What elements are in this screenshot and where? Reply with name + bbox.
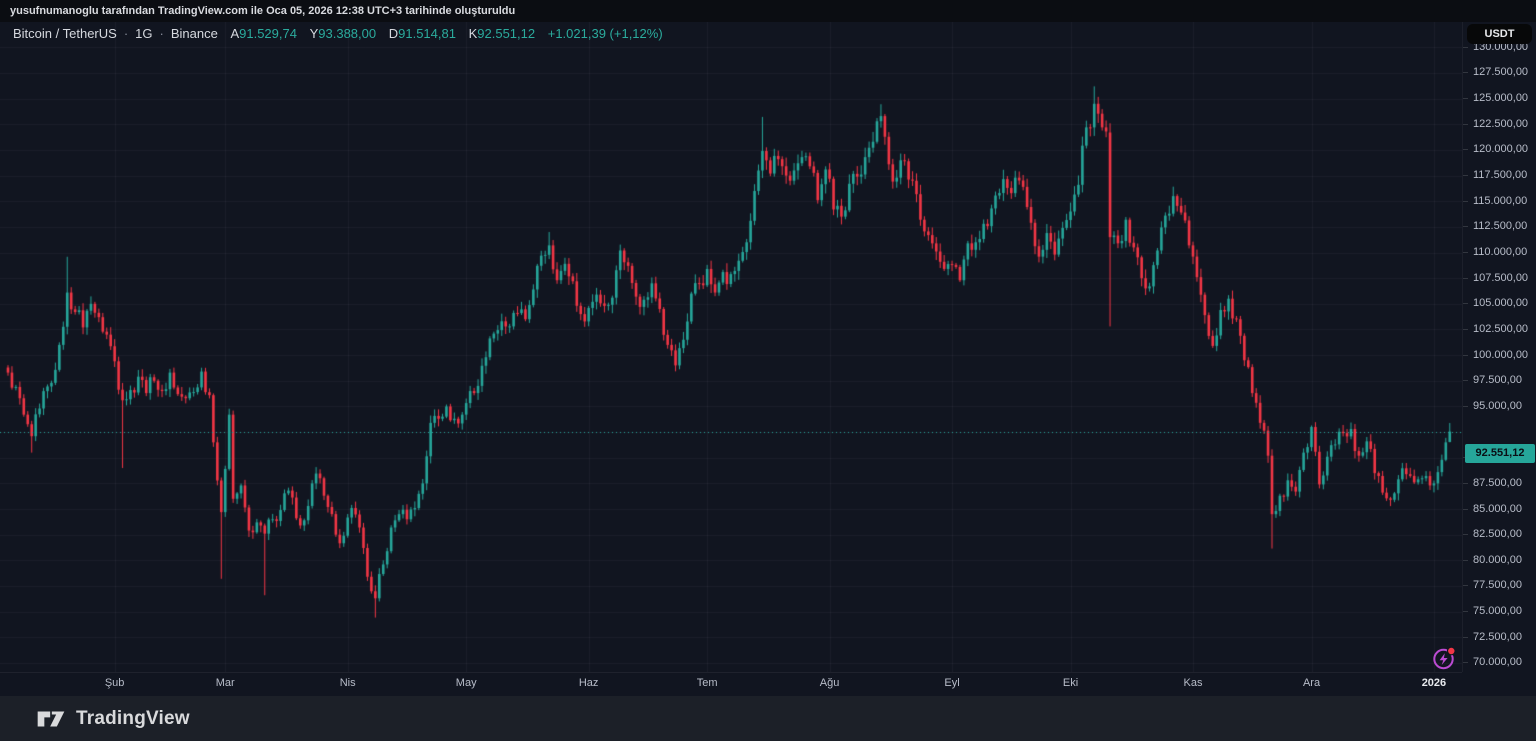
- lightning-bolt-icon: [1440, 653, 1448, 665]
- price-axis-label: 80.000,00: [1473, 553, 1522, 568]
- time-axis-label: Mar: [205, 677, 245, 689]
- price-axis-label: 125.000,00: [1473, 91, 1528, 106]
- time-axis-label: Ara: [1292, 677, 1332, 689]
- attribution-text: yusufnumanoglu tarafından TradingView.co…: [10, 5, 515, 17]
- time-axis[interactable]: Şub Mar Nis May Haz Tem Ağu Eyl Eki Kas Ara 2026: [0, 672, 1462, 696]
- price-axis-label: 115.000,00: [1473, 194, 1527, 209]
- price-axis-label: 122.500,00: [1473, 117, 1528, 132]
- tradingview-logo-icon: [36, 708, 66, 730]
- flash-events-icon[interactable]: [1430, 644, 1458, 672]
- price-axis-label: 82.500,00: [1473, 527, 1522, 542]
- price-axis-label: 110.000,00: [1473, 245, 1527, 260]
- ohlc-low: D91.514,81: [389, 26, 456, 41]
- price-axis-label: 87.500,00: [1473, 476, 1522, 491]
- time-axis-label: Tem: [687, 677, 727, 689]
- price-axis-label: 100.000,00: [1473, 348, 1528, 363]
- brand-wordmark: TradingView: [76, 708, 190, 730]
- ohlc-high: Y93.388,00: [310, 26, 377, 41]
- price-axis-label: 117.500,00: [1473, 168, 1527, 183]
- symbol-legend: Bitcoin / TetherUS · 1G · Binance A91.529,74…: [13, 22, 663, 45]
- notification-dot: [1448, 648, 1454, 654]
- ohlc-close: K92.551,12: [469, 26, 536, 41]
- exchange-label[interactable]: Binance: [171, 26, 218, 41]
- current-price-label: 92.551,12: [1465, 444, 1535, 463]
- tradingview-logo[interactable]: TradingView: [36, 705, 190, 732]
- price-axis-label: 102.500,00: [1473, 322, 1528, 337]
- time-axis-label: Eki: [1051, 677, 1091, 689]
- time-axis-label: 2026: [1414, 677, 1454, 689]
- time-axis-label: Haz: [569, 677, 609, 689]
- price-axis-label: 85.000,00: [1473, 502, 1522, 517]
- tradingview-published-chart: yusufnumanoglu tarafından TradingView.co…: [0, 0, 1536, 741]
- price-axis-label: 120.000,00: [1473, 142, 1528, 157]
- time-axis-label: Eyl: [932, 677, 972, 689]
- price-axis-label: 105.000,00: [1473, 296, 1528, 311]
- price-change: +1.021,39 (+1,12%): [548, 26, 663, 41]
- price-axis[interactable]: 92.551,12 130.000,00127.500,00125.000,00…: [1462, 22, 1536, 672]
- time-axis-label: Kas: [1173, 677, 1213, 689]
- price-axis-label: 127.500,00: [1473, 65, 1528, 80]
- time-axis-label: Nis: [328, 677, 368, 689]
- price-axis-label: 107.500,00: [1473, 271, 1528, 286]
- candlestick-chart[interactable]: [0, 22, 1462, 672]
- price-axis-label: 97.500,00: [1473, 373, 1522, 388]
- price-axis-label: 70.000,00: [1473, 655, 1522, 670]
- price-axis-label: 75.000,00: [1473, 604, 1522, 619]
- ohlc-open: A91.529,74: [230, 26, 297, 41]
- footer-bar: TradingView: [0, 696, 1536, 741]
- attribution-bar: yusufnumanoglu tarafından TradingView.co…: [0, 0, 1536, 22]
- price-axis-label: 112.500,00: [1473, 219, 1527, 234]
- currency-toggle-button[interactable]: USDT: [1467, 24, 1532, 44]
- price-axis-label: 77.500,00: [1473, 578, 1522, 593]
- time-axis-label: Ağu: [810, 677, 850, 689]
- legend-separator: ·: [124, 26, 128, 41]
- symbol-name[interactable]: Bitcoin / TetherUS: [13, 26, 117, 41]
- time-axis-label: May: [446, 677, 486, 689]
- time-axis-label: Şub: [95, 677, 135, 689]
- price-axis-label: 72.500,00: [1473, 630, 1522, 645]
- price-axis-label: 95.000,00: [1473, 399, 1522, 414]
- interval-label[interactable]: 1G: [135, 26, 152, 41]
- legend-separator: ·: [160, 26, 164, 41]
